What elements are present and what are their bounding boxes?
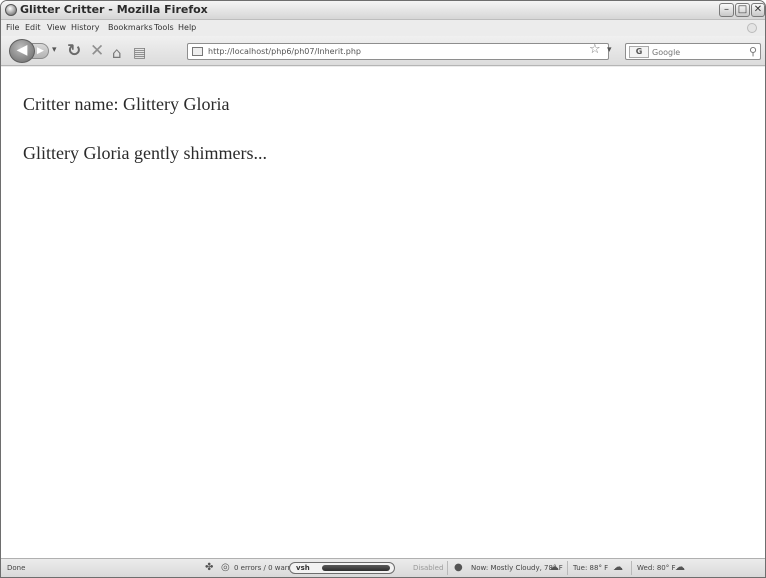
cloud-icon: ☁ <box>675 562 685 573</box>
magnifier-icon[interactable]: ⚲ <box>749 45 757 58</box>
minimize-button[interactable]: – <box>719 3 734 17</box>
menu-file[interactable]: File <box>6 23 19 32</box>
menu-bookmarks[interactable]: Bookmarks <box>108 23 153 32</box>
vsh-label: vsh <box>296 564 310 572</box>
star-icon[interactable]: ☆ <box>589 42 601 57</box>
status-bar: Done ✤ ◎ 0 errors / 0 warnings vsh Disab… <box>1 558 765 577</box>
cloud-icon: ☁ <box>613 562 623 573</box>
search-engine-icon[interactable]: G <box>629 46 649 58</box>
url-dropdown-icon[interactable]: ▾ <box>607 45 612 55</box>
bookmarks-icon[interactable]: ▤ <box>133 44 146 62</box>
menu-tools[interactable]: Tools <box>154 23 174 32</box>
address-bar[interactable]: http://localhost/php6/ph07/Inherit.php <box>187 43 609 60</box>
address-url[interactable]: http://localhost/php6/ph07/Inherit.php <box>208 44 361 59</box>
maximize-button[interactable]: □ <box>735 3 750 17</box>
status-text: Done <box>7 564 26 572</box>
page-content: Critter name: Glittery Gloria Glittery G… <box>1 67 765 558</box>
home-icon[interactable]: ⌂ <box>112 44 122 62</box>
menu-help[interactable]: Help <box>178 23 196 32</box>
addon-icon[interactable]: ✤ <box>205 562 213 573</box>
back-arrow-icon: ◀ <box>16 42 28 58</box>
window-title: Glitter Critter - Mozilla Firefox <box>20 3 208 16</box>
navigation-toolbar: ▶ ◀ ▾ ↻ ✕ ⌂ ▤ http://localhost/php6/ph07… <box>1 36 765 66</box>
critter-name-text: Critter name: Glittery Gloria <box>23 94 230 114</box>
firefox-icon <box>5 4 17 16</box>
weather-wed[interactable]: Wed: 80° F <box>637 564 676 572</box>
separator <box>631 561 632 575</box>
weather-tue[interactable]: Tue: 88° F <box>573 564 608 572</box>
menu-bar: File Edit View History Bookmarks Tools H… <box>1 21 765 35</box>
separator <box>447 561 448 575</box>
vsh-widget[interactable]: vsh <box>289 562 395 574</box>
separator <box>567 561 568 575</box>
weather-globe-icon[interactable]: ● <box>454 562 463 573</box>
menu-edit[interactable]: Edit <box>25 23 41 32</box>
stop-icon[interactable]: ✕ <box>90 42 104 60</box>
disabled-status[interactable]: Disabled <box>413 564 443 572</box>
history-dropdown-icon[interactable]: ▾ <box>52 45 57 55</box>
page-icon <box>192 47 203 56</box>
search-input[interactable] <box>652 46 740 58</box>
throbber-icon <box>747 23 757 33</box>
validator-icon[interactable]: ◎ <box>221 562 230 573</box>
forward-arrow-icon: ▶ <box>37 46 44 56</box>
search-bar[interactable]: G ⚲ <box>625 43 761 60</box>
critter-action-text: Glittery Gloria gently shimmers... <box>23 143 267 163</box>
close-button[interactable]: ✕ <box>751 3 765 17</box>
cloud-icon: ☁ <box>549 562 559 573</box>
title-bar: Glitter Critter - Mozilla Firefox – □ ✕ <box>1 1 765 20</box>
browser-window: Glitter Critter - Mozilla Firefox – □ ✕ … <box>0 0 766 578</box>
menu-view[interactable]: View <box>47 23 66 32</box>
vsh-bar <box>322 565 390 571</box>
menu-history[interactable]: History <box>71 23 99 32</box>
reload-icon[interactable]: ↻ <box>67 42 81 60</box>
back-button[interactable]: ◀ <box>9 39 35 63</box>
